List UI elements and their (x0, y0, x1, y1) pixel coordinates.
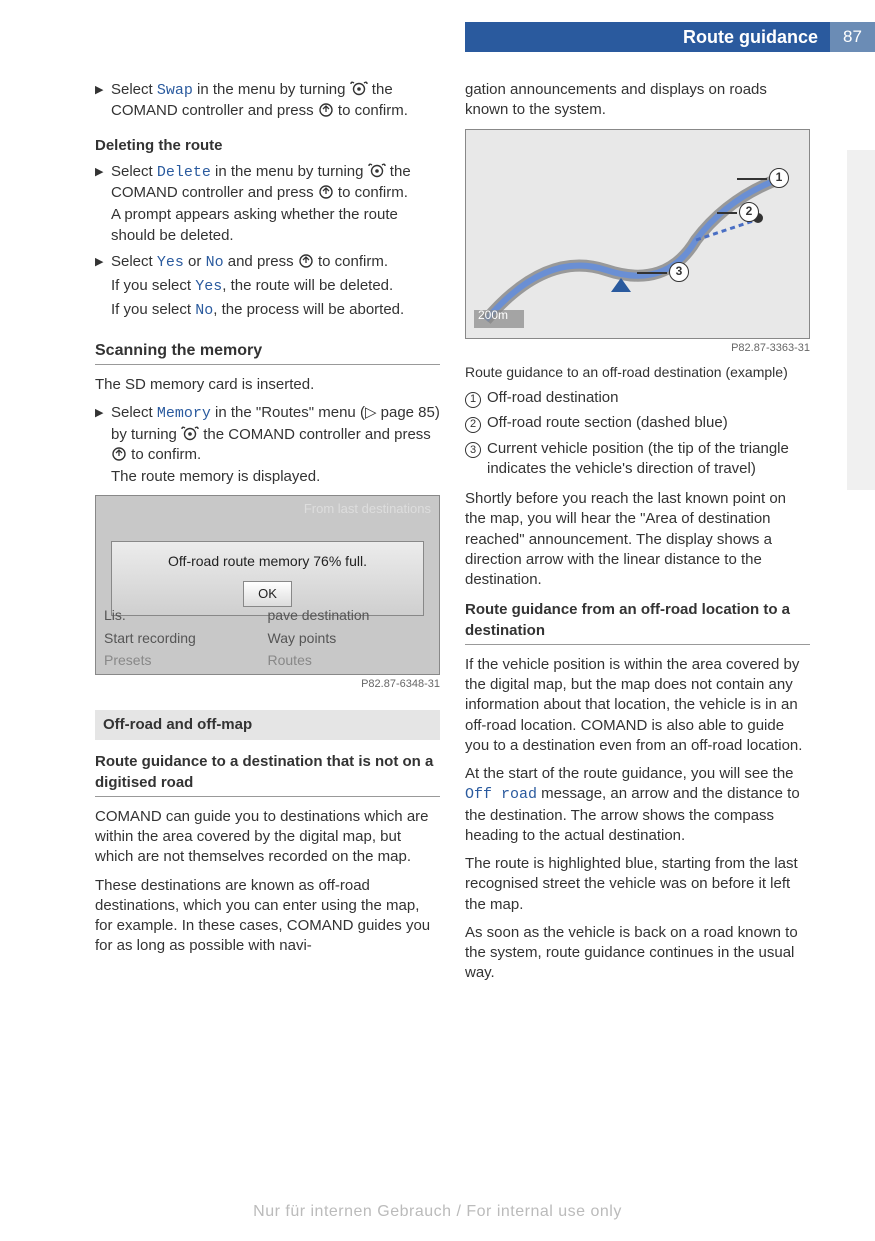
heading-scanning-memory: Scanning the memory (95, 340, 440, 366)
map-svg (466, 130, 810, 339)
bullet-icon: ▶ (95, 252, 111, 322)
subheading-from-offroad: Route guidance from an off-road location… (465, 600, 810, 645)
p5: The route is highlighted blue, starting … (465, 854, 810, 915)
press-controller-icon (318, 102, 334, 118)
popup-message: Off-road route memory 76% full. (122, 552, 413, 571)
side-tab-bg (847, 150, 875, 490)
page-number: 87 (830, 22, 875, 52)
page-header: Route guidance (465, 22, 830, 52)
menu-item: Start recording (104, 629, 268, 648)
subheading-offroad-dest: Route guidance to a destination that is … (95, 752, 440, 797)
step-memory: ▶ Select Memory in the "Routes" menu (▷ … (95, 403, 440, 487)
step-body: Select Swap in the menu by turning the C… (111, 80, 440, 122)
right-column: gation announcements and displays on roa… (465, 80, 810, 992)
circle-number-icon: 3 (465, 442, 481, 458)
callout-item: 1Off-road destination (465, 388, 810, 408)
fig1-popup: Off-road route memory 76% full. OK (111, 541, 424, 615)
step-delete-1: ▶ Select Delete in the menu by turning t… (95, 162, 440, 246)
callout-marker-1: 1 (769, 168, 789, 188)
ok-button[interactable]: OK (243, 581, 292, 607)
heading-offroad-offmap: Off-road and off-map (95, 710, 440, 740)
figure-caption: P82.87-6348-31 (95, 677, 440, 692)
callout-item: 3Current vehicle position (the tip of th… (465, 439, 810, 480)
callout-item: 2Off-road route section (dashed blue) (465, 413, 810, 433)
step-swap: ▶ Select Swap in the menu by turning the… (95, 80, 440, 122)
watermark-text: Nur für internen Gebrauch / For internal… (0, 1201, 875, 1223)
p3: If the vehicle position is within the ar… (465, 655, 810, 756)
step-extra: A prompt appears asking whether the rout… (111, 205, 440, 246)
turn-controller-icon (181, 426, 199, 442)
left-column: ▶ Select Swap in the menu by turning the… (95, 80, 440, 992)
bullet-icon: ▶ (95, 162, 111, 246)
figure-map: 200m 1 2 3 (465, 129, 810, 339)
offroad-p1: COMAND can guide you to destinations whi… (95, 807, 440, 868)
figure-caption-2: P82.87-3363-31 (465, 341, 810, 356)
header-title: Route guidance (683, 25, 818, 49)
menu-term-swap: Swap (157, 82, 193, 99)
step-body: Select Yes or No and press to confirm. I… (111, 252, 440, 322)
press-controller-icon (111, 446, 127, 462)
circle-number-icon: 2 (465, 417, 481, 433)
menu-item: Presets (104, 651, 268, 670)
step-body: Select Memory in the "Routes" menu (▷ pa… (111, 403, 440, 487)
menu-item: pave destination (268, 606, 432, 625)
menu-term-delete: Delete (157, 164, 211, 181)
continuation-text: gation announcements and displays on roa… (465, 80, 810, 121)
map-scale: 200m (478, 307, 508, 323)
figure-memory-popup: From last destinations Off-road route me… (95, 495, 440, 675)
menu-term-no: No (206, 254, 224, 271)
menu-item: Way points (268, 629, 432, 648)
callout-list: 1Off-road destination 2Off-road route se… (465, 388, 810, 479)
offroad-p2: These destinations are known as off-road… (95, 876, 440, 957)
heading-deleting-route: Deleting the route (95, 136, 440, 156)
step-extra: The route memory is displayed. (111, 467, 440, 487)
callout-marker-2: 2 (739, 202, 759, 222)
menu-item: Routes (268, 651, 432, 670)
after-callouts-p: Shortly before you reach the last known … (465, 489, 810, 590)
p6: As soon as the vehicle is back on a road… (465, 923, 810, 984)
press-controller-icon (298, 253, 314, 269)
turn-controller-icon (350, 81, 368, 97)
content-columns: ▶ Select Swap in the menu by turning the… (95, 80, 815, 992)
bullet-icon: ▶ (95, 403, 111, 487)
menu-term-memory: Memory (157, 405, 211, 422)
p4: At the start of the route guidance, you … (465, 764, 810, 846)
menu-term-offroad: Off road (465, 786, 537, 803)
step-delete-2: ▶ Select Yes or No and press to confirm.… (95, 252, 440, 322)
fig1-menu-grid: Lis. pave destination Start recording Wa… (104, 606, 431, 671)
callout-marker-3: 3 (669, 262, 689, 282)
scan-intro: The SD memory card is inserted. (95, 375, 440, 395)
turn-controller-icon (368, 163, 386, 179)
bullet-icon: ▶ (95, 80, 111, 122)
circle-number-icon: 1 (465, 392, 481, 408)
figure-description: Route guidance to an off-road destinatio… (465, 363, 810, 382)
menu-item: Lis. (104, 606, 268, 625)
menu-term-yes: Yes (157, 254, 184, 271)
fig1-header-text: From last destinations (304, 500, 431, 518)
press-controller-icon (318, 184, 334, 200)
step-body: Select Delete in the menu by turning the… (111, 162, 440, 246)
